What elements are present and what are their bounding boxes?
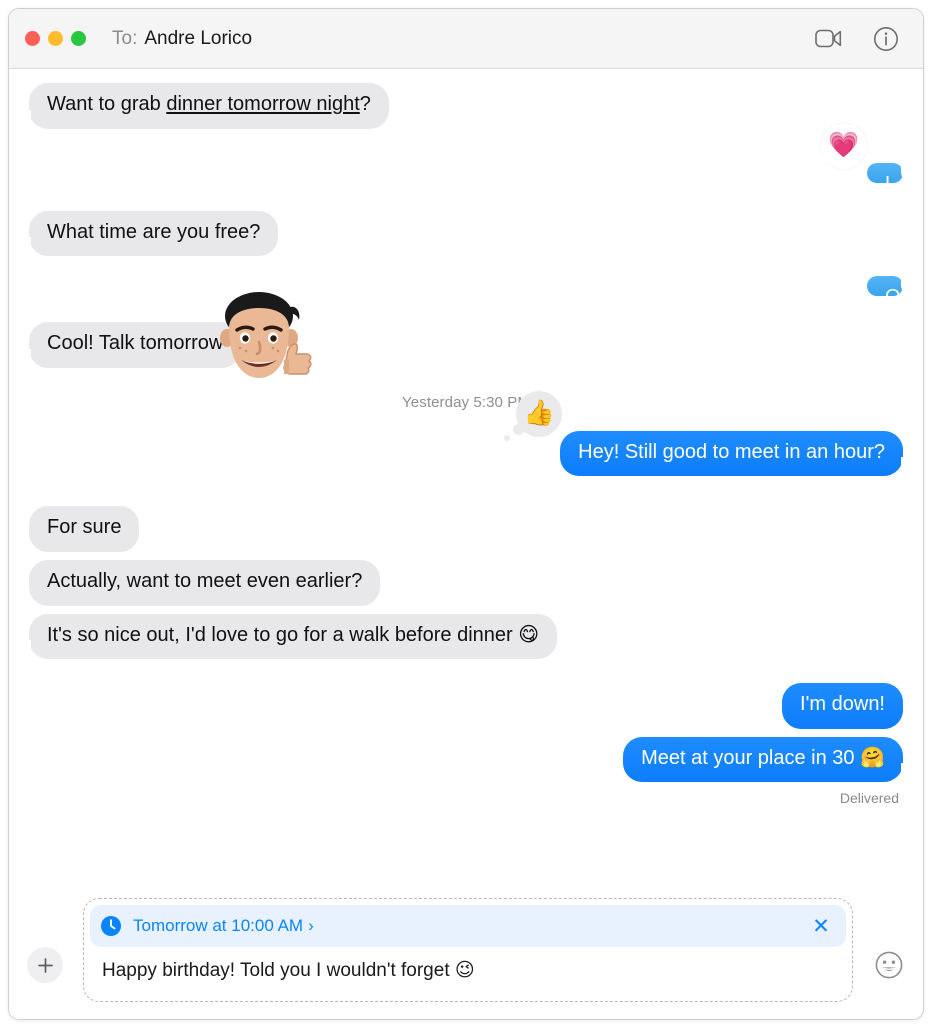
clock-icon [100, 915, 122, 937]
message-link[interactable]: dinner tomorrow night [166, 93, 359, 115]
conversation-timestamp: Yesterday 5:30 PM [402, 393, 530, 411]
message-row: 💗 Let's do it [29, 122, 912, 399]
tapback-emoji: 👍 [523, 399, 555, 428]
message-bubble-sent[interactable]: Let's do it [867, 162, 912, 399]
message-row: What time are you free? [20, 210, 903, 257]
close-window-button[interactable] [25, 31, 40, 46]
message-bubble-received[interactable]: Want to grab dinner tomorrow night? [21, 83, 389, 129]
messages-window: To: Andre Lorico Want to grab dinner tom… [8, 8, 924, 1020]
recipient-field[interactable]: To: Andre Lorico [112, 28, 252, 50]
title-bar: To: Andre Lorico [9, 9, 923, 69]
message-bubble-sent[interactable]: On the early side is probably better, li… [867, 276, 912, 891]
info-circle-icon[interactable] [871, 24, 901, 54]
scheduled-send-banner[interactable]: Tomorrow at 10:00 AM › ✕ [90, 905, 846, 947]
window-controls [25, 31, 86, 46]
delivery-status: Delivered [839, 790, 899, 807]
message-row: For sure [29, 506, 903, 552]
message-draft-input[interactable]: Happy birthday! Told you I wouldn't forg… [90, 951, 846, 988]
scheduled-time-text: Tomorrow at 10:00 AM [133, 916, 304, 935]
message-composer[interactable]: Tomorrow at 10:00 AM › ✕ Happy birthday!… [83, 898, 853, 1002]
message-row: Cool! Talk tomorrow [20, 292, 903, 379]
tapback-emoji: 💗 [828, 131, 860, 160]
message-text-end: ? [359, 93, 371, 115]
plus-icon[interactable] [27, 947, 63, 983]
composer-area: Tomorrow at 10:00 AM › ✕ Happy birthday!… [9, 891, 923, 1019]
title-bar-actions [813, 24, 901, 54]
message-row: Actually, want to meet even earlier? [29, 559, 903, 606]
message-row: On the early side is probably better, li… [29, 276, 912, 891]
chevron-right-icon: › [308, 916, 314, 935]
message-transcript[interactable]: Want to grab dinner tomorrow night? 💗 Le… [9, 69, 923, 891]
message-bubble-received[interactable]: What time are you free? [20, 210, 279, 257]
message-row: Meet at your place in 30 🤗 [29, 736, 912, 783]
to-label: To: [112, 27, 138, 49]
heart-tapback[interactable]: 💗 [809, 122, 867, 173]
message-row: I'm down! [29, 683, 903, 729]
message-row: Want to grab dinner tomorrow night? [21, 83, 903, 129]
message-text: Want to grab [47, 93, 167, 115]
thumbs-up-tapback[interactable]: 👍 [504, 390, 563, 441]
message-row: It's so nice out, I'd love to go for a w… [20, 613, 903, 660]
message-bubble-received[interactable]: For sure [29, 506, 140, 552]
minimize-window-button[interactable] [48, 31, 63, 46]
message-bubble-received[interactable]: It's so nice out, I'd love to go for a w… [20, 613, 558, 660]
scheduled-time-label[interactable]: Tomorrow at 10:00 AM › [133, 916, 797, 936]
close-x-icon[interactable]: ✕ [808, 913, 834, 939]
smiley-face-icon[interactable] [873, 949, 905, 981]
message-bubble-sent[interactable]: I'm down! [782, 683, 903, 729]
message-bubble-received[interactable]: Actually, want to meet even earlier? [29, 559, 381, 606]
video-camera-icon[interactable] [813, 24, 843, 54]
message-row: 👍 Hey! Still good to meet in an hour? [29, 390, 912, 477]
recipient-name: Andre Lorico [144, 27, 253, 49]
message-bubble-sent[interactable]: Hey! Still good to meet in an hour? [560, 430, 912, 477]
memoji-thumbs-up-sticker[interactable] [207, 280, 319, 404]
zoom-window-button[interactable] [71, 31, 86, 46]
message-bubble-sent[interactable]: Meet at your place in 30 🤗 [623, 736, 912, 783]
